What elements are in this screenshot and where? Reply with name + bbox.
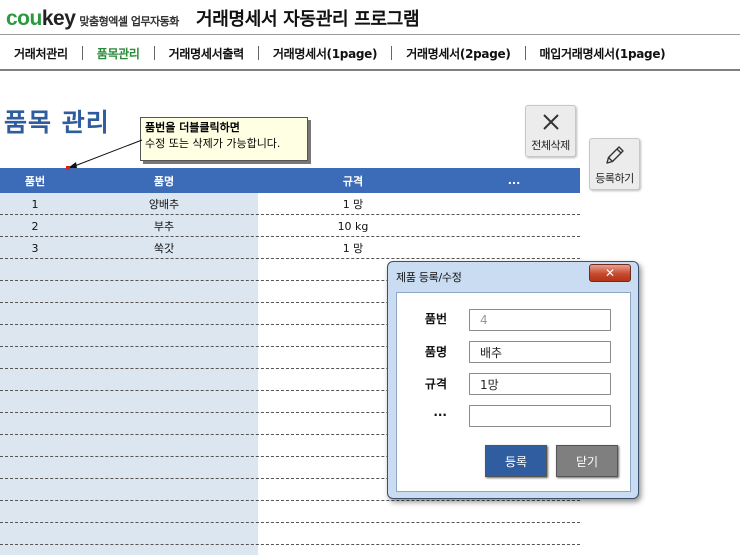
product-id-field: 4 — [469, 309, 611, 331]
register-button[interactable]: 등록하기 — [589, 138, 640, 190]
nav-item-statement-1page[interactable]: 거래명세서(1page) — [259, 45, 391, 62]
close-button[interactable]: 닫기 — [556, 445, 618, 477]
cell-spec: 1 망 — [342, 242, 364, 255]
delete-all-button[interactable]: 전체삭제 — [525, 105, 576, 157]
hint-line-1: 품번을 더블클릭하면 — [145, 121, 240, 134]
cell-spec: 10 kg — [337, 219, 369, 233]
dialog-title: 제품 등록/수정 — [396, 271, 462, 284]
row-divider — [0, 500, 580, 501]
cell-extra — [448, 237, 580, 259]
cell-id[interactable]: 1 — [0, 193, 70, 215]
nav-item-statement-2page[interactable]: 거래명세서(2page) — [392, 45, 524, 62]
table-row[interactable]: 2 부추 10 kg — [0, 215, 580, 237]
brand-logo: cou key 맞춤형엑셀 업무자동화 — [6, 7, 179, 31]
main-nav: 거래처관리 품목관리 거래명세서출력 거래명세서(1page) 거래명세서(2p… — [0, 40, 679, 66]
column-header-name[interactable]: 품명 — [70, 168, 258, 193]
column-header-id[interactable]: 품번 — [0, 168, 70, 193]
table-row[interactable]: 3 쑥갓 1 망 — [0, 237, 580, 259]
row-divider — [0, 544, 580, 545]
close-icon: ✕ — [604, 266, 616, 280]
cell-name: 부추 — [153, 220, 175, 233]
column-header-spec[interactable]: 규격 — [258, 168, 448, 193]
page-title: 품목 관리 — [4, 108, 110, 137]
hint-line-2: 수정 또는 삭제가 가능합니다. — [145, 137, 281, 150]
cell-name: 쑥갓 — [153, 242, 175, 255]
register-label: 등록하기 — [595, 172, 634, 185]
app-title: 거래명세서 자동관리 프로그램 — [196, 9, 420, 30]
submit-button[interactable]: 등록 — [485, 445, 547, 477]
cell-extra — [448, 193, 580, 215]
field-label-name: 품명 — [424, 345, 447, 359]
logo-text-key: key — [41, 7, 76, 30]
cell-spec: 1 망 — [342, 198, 364, 211]
delete-all-label: 전체삭제 — [531, 139, 570, 152]
dialog-body: 품번 4 품명 배추 규격 1망 ... 등록 닫기 — [396, 292, 631, 492]
logo-text-cou: cou — [6, 7, 42, 30]
header-divider-bottom — [0, 69, 740, 71]
column-header-extra[interactable]: ... — [448, 168, 580, 193]
hint-callout: 품번을 더블클릭하면 수정 또는 삭제가 가능합니다. — [140, 117, 308, 161]
pencil-icon — [605, 146, 624, 164]
nav-item-purchase-statement[interactable]: 매입거래명세서(1page) — [526, 45, 680, 62]
cell-extra — [448, 215, 580, 237]
product-name-field[interactable]: 배추 — [469, 341, 611, 363]
nav-item-vendor[interactable]: 거래처관리 — [0, 45, 82, 62]
nav-item-product[interactable]: 품목관리 — [83, 45, 154, 62]
table-row[interactable]: 1 양배추 1 망 — [0, 193, 580, 215]
cell-id[interactable]: 3 — [0, 237, 70, 259]
cell-name: 양배추 — [148, 198, 180, 211]
nav-item-statement-print[interactable]: 거래명세서출력 — [155, 45, 258, 62]
field-label-id: 품번 — [424, 312, 447, 326]
table-header: 품번 품명 규격 ... — [0, 168, 580, 193]
row-divider — [0, 522, 580, 523]
dialog-close-button[interactable]: ✕ — [589, 264, 631, 282]
close-x-icon — [542, 114, 559, 130]
product-spec-field[interactable]: 1망 — [469, 373, 611, 395]
cell-id[interactable]: 2 — [0, 215, 70, 237]
product-edit-dialog: 제품 등록/수정 ✕ 품번 4 품명 배추 규격 1망 ... 등록 닫기 — [387, 261, 639, 499]
logo-tagline: 맞춤형엑셀 업무자동화 — [79, 15, 179, 28]
header-divider-top — [0, 34, 740, 35]
field-label-extra: ... — [433, 405, 447, 419]
field-label-spec: 규격 — [424, 377, 447, 391]
product-extra-field[interactable] — [469, 405, 611, 427]
